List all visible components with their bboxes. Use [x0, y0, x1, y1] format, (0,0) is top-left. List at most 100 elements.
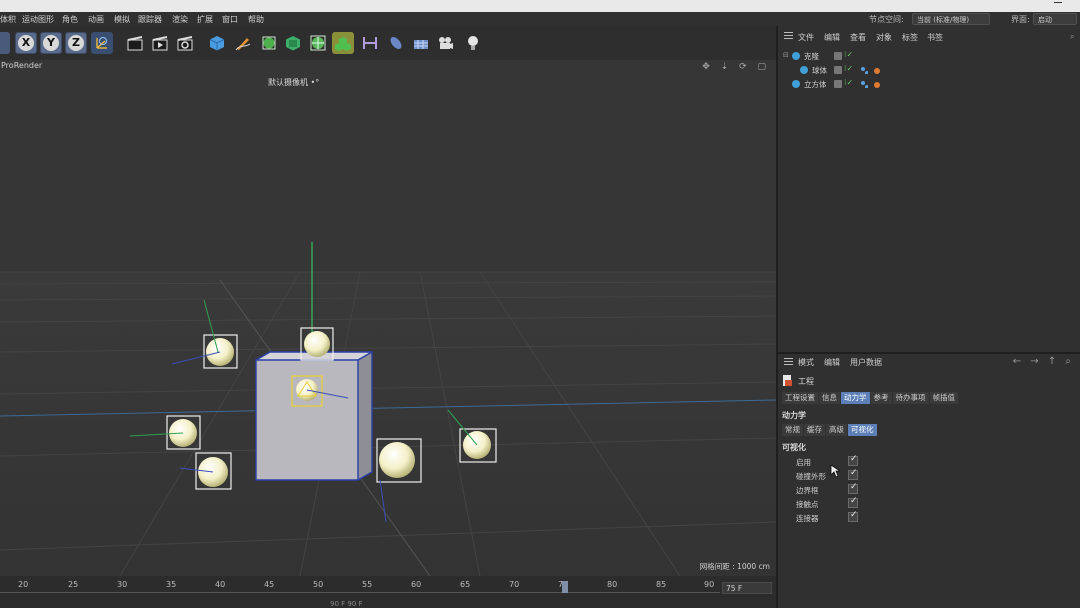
- scene-canvas: [0, 60, 776, 576]
- menu-window[interactable]: 窗口: [222, 14, 238, 25]
- deformer-button[interactable]: [359, 32, 381, 54]
- subtab-expert[interactable]: 高级: [826, 424, 847, 436]
- render-region-button[interactable]: [124, 32, 146, 54]
- timeline-tick: 65: [460, 580, 471, 589]
- tree-expand-icon[interactable]: ⊟: [783, 51, 789, 59]
- cube-icon: [209, 36, 225, 51]
- extrude-generator-button[interactable]: [282, 32, 304, 54]
- coordinate-system-button[interactable]: [91, 32, 113, 54]
- interface-select[interactable]: 启动: [1033, 13, 1077, 25]
- menu-mograph[interactable]: 运动图形: [22, 14, 54, 25]
- menu-animate[interactable]: 动画: [88, 14, 104, 25]
- menu-simulate[interactable]: 模拟: [114, 14, 130, 25]
- object-row-cube[interactable]: 立方体 ⁝✓: [778, 78, 1080, 91]
- connectors-checkbox[interactable]: [848, 510, 858, 522]
- om-menu-file[interactable]: 文件: [798, 32, 814, 43]
- search-icon[interactable]: ⌕: [1070, 32, 1074, 42]
- attribute-manager-panel: 模式 编辑 用户数据 ← → ↑ ⌕ 工程 工程设置 信息 动力学 参考 待办事项 帧插值…: [776, 352, 1080, 608]
- object-name[interactable]: 立方体: [804, 79, 827, 90]
- visibility-toggle[interactable]: [834, 66, 842, 74]
- camera-icon: [439, 37, 453, 49]
- visibility-toggle[interactable]: [834, 80, 842, 88]
- enabled-check-icon[interactable]: ⁝✓: [844, 50, 853, 59]
- menu-render[interactable]: 渲染: [172, 14, 188, 25]
- x-axis-lock-button[interactable]: X: [15, 32, 37, 54]
- clapboard-icon: [127, 36, 143, 51]
- y-axis-lock-button[interactable]: Y: [40, 32, 62, 54]
- bounding-box-checkbox[interactable]: [848, 482, 858, 494]
- panel-menu-icon[interactable]: [784, 32, 793, 39]
- 3d-viewport[interactable]: ProRender 默认摄像机 •° ✥ ⇣ ⟳ ▢ 网格间距 : 1000 c…: [0, 60, 776, 576]
- viewport-nav-icons[interactable]: ✥ ⇣ ⟳ ▢: [702, 62, 770, 72]
- object-row-cloner[interactable]: ⊟ 克隆 ⁝✓: [778, 50, 1080, 63]
- camera-label[interactable]: 默认摄像机 •°: [268, 77, 319, 88]
- tab-reference[interactable]: 参考: [870, 392, 892, 404]
- subtab-visualize[interactable]: 可视化: [848, 424, 877, 436]
- camera-button[interactable]: [435, 32, 457, 54]
- pen-spline-button[interactable]: [232, 32, 254, 54]
- om-menu-tag[interactable]: 标签: [902, 32, 918, 43]
- floor-environment-button[interactable]: [410, 32, 432, 54]
- om-menu-bookmark[interactable]: 书签: [927, 32, 943, 43]
- object-title: 工程: [798, 377, 814, 386]
- am-menu-edit[interactable]: 编辑: [824, 357, 840, 368]
- cloner-button[interactable]: [307, 32, 329, 54]
- timeline-tick: 45: [264, 580, 275, 589]
- cinema4d-window: 体积 运动图形 角色 动画 模拟 跟踪器 渲染 扩展 窗口 帮助 节点空间: 当…: [0, 0, 1080, 608]
- panel-menu-icon[interactable]: [784, 358, 793, 365]
- object-name[interactable]: 克隆: [804, 51, 819, 62]
- tab-frame-interpolation[interactable]: 帧插值: [929, 392, 958, 404]
- tool-partial[interactable]: [0, 32, 10, 54]
- menu-tracker[interactable]: 跟踪器: [138, 14, 162, 25]
- cube-primitive-button[interactable]: [206, 32, 228, 54]
- light-button[interactable]: [462, 32, 484, 54]
- tab-dynamics[interactable]: 动力学: [841, 392, 870, 404]
- timeline-tick: 85: [656, 580, 667, 589]
- subtab-general[interactable]: 常规: [782, 424, 803, 436]
- menu-character[interactable]: 角色: [62, 14, 78, 25]
- section-title-dynamics: 动力学: [782, 411, 806, 420]
- mograph-cloner-button[interactable]: [332, 32, 354, 54]
- timeline[interactable]: 20 25 30 35 40 45 50 55 60 65 70 75 80 8…: [0, 576, 776, 608]
- object-name[interactable]: 球体: [812, 65, 827, 76]
- tab-todo[interactable]: 待办事项: [892, 392, 929, 404]
- floor-grid-icon: [414, 40, 428, 49]
- cube-object[interactable]: [255, 351, 373, 481]
- nodespace-select[interactable]: 当前 (标准/物理): [912, 13, 990, 25]
- menu-help[interactable]: 帮助: [248, 14, 264, 25]
- dynamics-tag-icon[interactable]: [872, 80, 880, 88]
- z-axis-lock-button[interactable]: Z: [65, 32, 87, 54]
- render-settings-button[interactable]: [174, 32, 196, 54]
- playhead-handle[interactable]: [562, 581, 568, 593]
- material-tag-icon[interactable]: [860, 66, 868, 74]
- object-row-sphere[interactable]: 球体 ⁝✓: [778, 64, 1080, 77]
- subdivision-surface-button[interactable]: [258, 32, 280, 54]
- am-menu-mode[interactable]: 模式: [798, 357, 814, 368]
- visibility-toggle[interactable]: [834, 52, 842, 60]
- render-view-button[interactable]: [149, 32, 171, 54]
- dynamics-tag-icon[interactable]: [872, 66, 880, 74]
- field-button[interactable]: [385, 32, 407, 54]
- menu-volume[interactable]: 体积: [0, 14, 16, 25]
- current-frame-field[interactable]: 75 F: [722, 582, 772, 594]
- timeline-tick: 30: [117, 580, 128, 589]
- om-menu-edit[interactable]: 编辑: [824, 32, 840, 43]
- timeline-ruler[interactable]: [0, 592, 720, 593]
- material-tag-icon[interactable]: [860, 80, 868, 88]
- playback-range-fields[interactable]: 90 F 90 F: [330, 600, 363, 608]
- tab-info[interactable]: 信息: [819, 392, 840, 404]
- enabled-check-icon[interactable]: ⁝✓: [844, 64, 853, 73]
- world-axis-icon: [96, 37, 107, 49]
- menu-extensions[interactable]: 扩展: [197, 14, 213, 25]
- collision-shape-checkbox[interactable]: [848, 468, 858, 480]
- minimize-icon[interactable]: [1054, 2, 1062, 3]
- om-menu-object[interactable]: 对象: [876, 32, 892, 43]
- am-menu-userdata[interactable]: 用户数据: [850, 357, 882, 368]
- enabled-check-icon[interactable]: ⁝✓: [844, 78, 853, 87]
- om-menu-view[interactable]: 查看: [850, 32, 866, 43]
- subtab-cache[interactable]: 缓存: [804, 424, 825, 436]
- history-nav-icons[interactable]: ← → ↑ ⌕: [1013, 356, 1074, 367]
- enable-checkbox[interactable]: [848, 454, 858, 466]
- contact-points-checkbox[interactable]: [848, 496, 858, 508]
- tab-project-settings[interactable]: 工程设置: [782, 392, 818, 404]
